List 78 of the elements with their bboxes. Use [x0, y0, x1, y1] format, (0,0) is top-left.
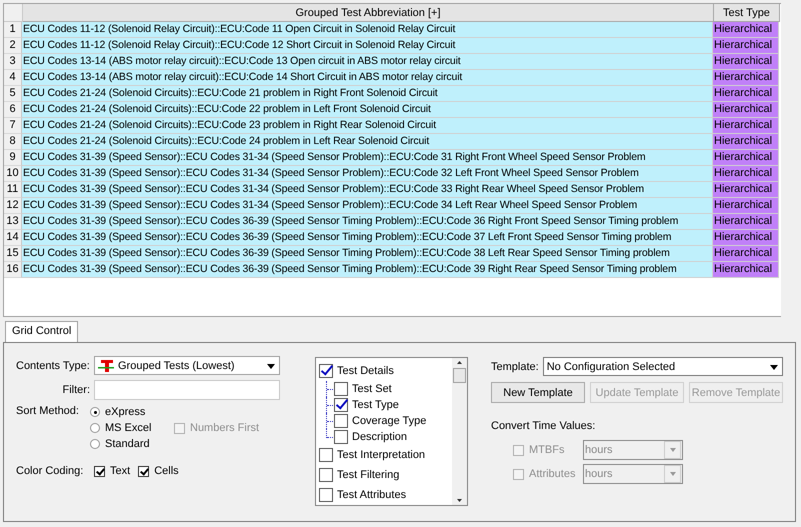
row-number: 13: [4, 214, 22, 230]
scroll-thumb[interactable]: [453, 368, 466, 383]
table-cell: Hierarchical: [713, 38, 779, 54]
section-label: Convert Time Values:: [491, 420, 596, 432]
tree-item[interactable]: Coverage Type: [334, 413, 426, 429]
table-cell: ECU Codes 21-24 (Solenoid Circuits)::ECU:Code 22 problem in Left Front Solenoid Circuit: [22, 102, 713, 118]
table-cell: ECU Codes 21-24 (Solenoid Circuits)::ECU:Code 23 problem in Right Rear Solenoid Circuit: [22, 118, 713, 134]
template-dropdown[interactable]: No Configuration Selected: [542, 357, 783, 376]
table-cell: Hierarchical: [713, 54, 779, 70]
table-cell: Hierarchical: [713, 118, 779, 134]
field-label: Sort Method:: [16, 405, 80, 419]
row-number: 10: [4, 166, 22, 182]
row-number: 2: [4, 38, 22, 54]
tree-item[interactable]: Test Interpretation: [319, 445, 452, 465]
field-label: Filter:: [62, 384, 90, 396]
tree-item[interactable]: Test Details: [319, 361, 452, 381]
row-number: 3: [4, 54, 22, 70]
table-cell: ECU Codes 11-12 (Solenoid Relay Circuit)::ECU:Code 11 Open Circuit in Solenoid Relay Circuit: [22, 22, 713, 38]
tree-item[interactable]: Test Attributes: [319, 485, 452, 505]
table-cell: ECU Codes 31-39 (Speed Sensor)::ECU Codes 36-39 (Speed Sensor Timing Problem)::ECU:Code 36 Right Front Speed Sensor Timing problem: [22, 214, 713, 230]
row-number: 8: [4, 134, 22, 150]
table-cell: ECU Codes 11-12 (Solenoid Relay Circuit)::ECU:Code 12 Short Circuit in Solenoid Relay Circuit: [22, 38, 713, 54]
checkbox[interactable]: Cells: [138, 465, 179, 477]
tree-item[interactable]: Test Filtering: [319, 465, 452, 485]
row-number: 4: [4, 70, 22, 86]
table-cell: Hierarchical: [713, 230, 779, 246]
contents-type-dropdown[interactable]: Grouped Tests (Lowest): [94, 356, 280, 375]
radio-button[interactable]: MS Excel: [90, 422, 154, 434]
template-button[interactable]: New Template: [491, 382, 585, 403]
table-cell: Hierarchical: [713, 246, 779, 262]
grid-corner[interactable]: [4, 4, 23, 22]
table-cell: ECU Codes 31-39 (Speed Sensor)::ECU Codes 31-34 (Speed Sensor Problem)::ECU:Code 33 Right Rear Wheel Speed Sensor Problem: [22, 182, 713, 198]
row-number: 7: [4, 118, 22, 134]
row-number: 6: [4, 102, 22, 118]
row-number: 12: [4, 198, 22, 214]
table-cell: ECU Codes 13-14 (ABS motor relay circuit)::ECU:Code 14 Short Circuit in ABS motor relay circuit: [22, 70, 713, 86]
table-cell: ECU Codes 31-39 (Speed Sensor)::ECU Codes 31-34 (Speed Sensor Problem)::ECU:Code 34 Left Rear Wheel Speed Sensor Problem: [22, 198, 713, 214]
table-cell: ECU Codes 21-24 (Solenoid Circuits)::ECU:Code 21 problem in Right Front Solenoid Circuit: [22, 86, 713, 102]
row-number: 16: [4, 262, 22, 278]
column-header[interactable]: Test Type: [714, 4, 780, 22]
table-cell: Hierarchical: [713, 262, 779, 278]
tab[interactable]: Grid Control: [5, 321, 78, 342]
row-number: 14: [4, 230, 22, 246]
table-cell: ECU Codes 31-39 (Speed Sensor)::ECU Codes 36-39 (Speed Sensor Timing Problem)::ECU:Code 37 Left Front Speed Sensor Timing problem: [22, 230, 713, 246]
checkbox[interactable]: Text: [94, 465, 130, 477]
column-header[interactable]: Grouped Test Abbreviation [+]: [23, 4, 714, 22]
scrollbar[interactable]: [452, 358, 467, 505]
table-cell: ECU Codes 13-14 (ABS motor relay circuit)::ECU:Code 13 Open circuit in ABS motor relay circuit: [22, 54, 713, 70]
table-cell: Hierarchical: [713, 70, 779, 86]
field-label: Color Coding:: [16, 465, 84, 477]
table-cell: Hierarchical: [713, 166, 779, 182]
row-number: 1: [4, 22, 22, 38]
table-cell: ECU Codes 31-39 (Speed Sensor)::ECU Codes 31-34 (Speed Sensor Problem)::ECU:Code 31 Right Front Wheel Speed Sensor Problem: [22, 150, 713, 166]
row-number: 5: [4, 86, 22, 102]
table-cell: Hierarchical: [713, 198, 779, 214]
table-cell: Hierarchical: [713, 22, 779, 38]
table-cell: Hierarchical: [713, 102, 779, 118]
filter-field[interactable]: [94, 380, 280, 400]
table-cell: Hierarchical: [713, 214, 779, 230]
table-cell: Hierarchical: [713, 86, 779, 102]
field-label: Template:: [491, 360, 539, 372]
test-icon: [97, 358, 115, 372]
radio-button[interactable]: Standard: [90, 438, 154, 450]
radio-button[interactable]: eXpress: [90, 406, 154, 418]
tree-item[interactable]: Test Set: [334, 381, 392, 397]
field-label: Contents Type:: [16, 360, 90, 372]
tree-item[interactable]: Test Type: [334, 397, 399, 413]
row-number: 15: [4, 246, 22, 262]
table-cell: ECU Codes 31-39 (Speed Sensor)::ECU Codes 36-39 (Speed Sensor Timing Problem)::ECU:Code 39 Right Rear Speed Sensor Timing problem: [22, 262, 713, 278]
table-cell: Hierarchical: [713, 134, 779, 150]
table-cell: ECU Codes 21-24 (Solenoid Circuits)::ECU:Code 24 problem in Left Rear Solenoid Circuit: [22, 134, 713, 150]
table-cell: Hierarchical: [713, 150, 779, 166]
tree-item[interactable]: Description: [334, 429, 408, 445]
table-cell: ECU Codes 31-39 (Speed Sensor)::ECU Codes 36-39 (Speed Sensor Timing Problem)::ECU:Code 38 Left Rear Speed Sensor Timing problem: [22, 246, 713, 262]
row-number: 11: [4, 182, 22, 198]
row-number: 9: [4, 150, 22, 166]
table-cell: ECU Codes 31-39 (Speed Sensor)::ECU Codes 31-34 (Speed Sensor Problem)::ECU:Code 32 Left Front Wheel Speed Sensor Problem: [22, 166, 713, 182]
table-cell: Hierarchical: [713, 182, 779, 198]
